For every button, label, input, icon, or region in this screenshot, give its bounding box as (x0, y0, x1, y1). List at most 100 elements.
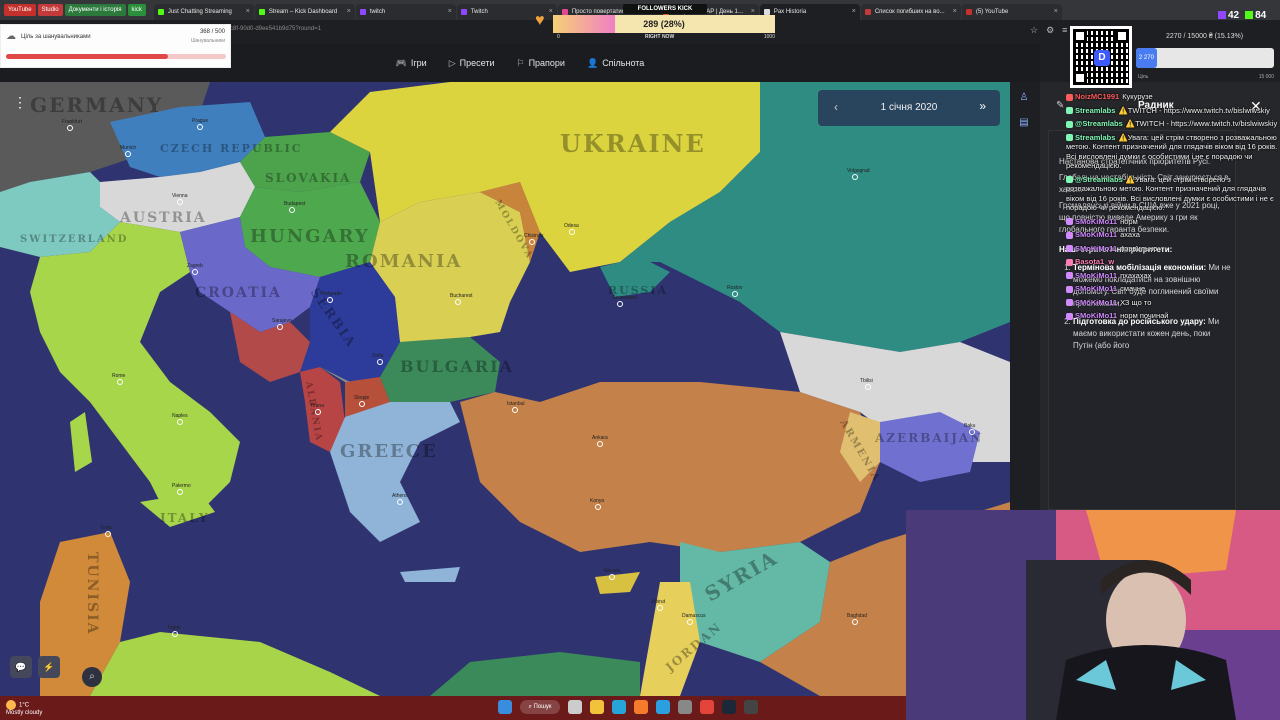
chat-message: Streamlabs ⚠️TWITCH - https://www.twitch.… (1066, 106, 1280, 116)
nav-item-1[interactable]: 🎮 Ігри (396, 58, 427, 69)
close-icon[interactable]: × (448, 4, 452, 20)
tab-favicon (258, 9, 265, 15)
telegram-icon[interactable] (656, 700, 670, 714)
next-date-button[interactable]: » (979, 99, 986, 113)
kick-goal-max: 1000 (763, 34, 775, 40)
browser-tab[interactable]: twitch × (355, 4, 456, 20)
tip-goal-text: 2270 / 15000 ₴ (15.13%) (1166, 33, 1244, 40)
tab-favicon (359, 9, 366, 15)
chat-username[interactable]: Basota1_w (1075, 257, 1114, 266)
weather-widget[interactable]: 1°C Mostly cloudy (6, 700, 42, 717)
chat-badge-icon (1066, 218, 1073, 226)
tip-goal-widget: 2270 / 15000 ₴ (15.13%) 2 270 Ціль 15 00… (1136, 26, 1280, 86)
tab-label: (5) YouTube (975, 9, 1009, 15)
date-control: ‹ 1 січня 2020 » (818, 90, 1000, 126)
calculator-icon[interactable] (678, 700, 692, 714)
chat-message: SMoKiMo11 норм починай (1066, 311, 1280, 321)
bookmark-item[interactable]: YouTube (4, 4, 36, 16)
steam-icon[interactable] (722, 700, 736, 714)
settings-icon[interactable]: ⚙ (1046, 25, 1054, 36)
flag-icon: ⚐ (516, 57, 525, 68)
city-label: Budapest (284, 201, 306, 207)
city-label: Baku (964, 423, 976, 429)
heart-icon: ♥ (535, 12, 545, 29)
bookmark-item[interactable]: Studio (37, 4, 63, 16)
chat-username[interactable]: SMoKiMo11 (1075, 244, 1117, 253)
chat-username[interactable]: SMoKiMo11 (1075, 284, 1117, 293)
gamepad-icon: 🎮 (395, 57, 407, 68)
follower-goal-count: 368 / 500 (199, 29, 225, 35)
taskbar-search[interactable]: ⌕ Пошук (520, 700, 560, 714)
bookmark-item[interactable]: kick (127, 4, 146, 16)
tip-goal-max: 15 000 (1258, 74, 1274, 80)
pencil-icon[interactable]: ✎ (1056, 100, 1064, 111)
city-label: Sarajevo (272, 318, 292, 324)
windows-icon[interactable] (498, 700, 512, 714)
close-icon[interactable]: × (347, 4, 351, 20)
url-text[interactable]: c8f-90d0-d9ee541b9d75?round=1 (230, 26, 321, 32)
map-menu-button[interactable]: ⋮ (10, 92, 30, 112)
close-icon[interactable]: × (246, 4, 250, 20)
chat-text: ахаха (1120, 230, 1140, 239)
document-icon[interactable]: ▤ (1019, 117, 1028, 128)
close-icon[interactable]: × (1054, 4, 1058, 20)
map-tools: ♙ ▤ (1013, 92, 1035, 128)
nav-item-3[interactable]: ⚐ Прапори (516, 58, 564, 69)
chat-username[interactable]: @Streamlabs (1075, 119, 1123, 128)
chat-username[interactable]: Streamlabs (1075, 133, 1115, 142)
follower-goal-fill (6, 54, 168, 59)
chat-icon[interactable]: 💬 (10, 656, 32, 678)
close-icon[interactable]: × (852, 4, 856, 20)
browser-tab[interactable]: Just Chatting Streaming × (153, 4, 254, 20)
kick-goal-value: 289 (28%) (643, 19, 685, 29)
tip-goal-min: Ціль (1138, 74, 1149, 80)
chat-badge-icon (1066, 299, 1073, 307)
close-icon[interactable]: × (953, 4, 957, 20)
chrome-icon[interactable] (700, 700, 714, 714)
map-svg[interactable]: GERMANY CZECH REPUBLIC SLOVAKIA AUSTRIA … (0, 82, 1010, 696)
label-czech: CZECH REPUBLIC (160, 142, 302, 155)
city-label: Beirut (652, 599, 666, 605)
donation-qr-code: D (1070, 26, 1132, 88)
chat-username[interactable]: @Streamlabs (1075, 175, 1123, 184)
chat-username[interactable]: SMoKiMo11 (1075, 311, 1117, 320)
person-icon[interactable]: ♙ (1020, 92, 1029, 103)
firefox-icon[interactable] (634, 700, 648, 714)
bookmarks-bar: YouTube Studio Документи і історія kick (4, 4, 146, 16)
browser-tab[interactable]: (5) YouTube × (961, 4, 1062, 20)
lightning-icon[interactable]: ⚡ (38, 656, 60, 678)
bookmark-item[interactable]: Документи і історія (64, 4, 126, 16)
menu-icon[interactable]: ≡ (1062, 25, 1067, 36)
chat-username[interactable]: SMoKiMo11 (1075, 271, 1117, 280)
chat-username[interactable]: SMoKiMo11 (1075, 217, 1117, 226)
city-label: Konya (590, 498, 604, 504)
nav-item-4[interactable]: 👤 Спільнота (587, 58, 644, 69)
nav-item-2[interactable]: ▷ Пресети (449, 58, 495, 69)
tip-goal-track: 2 270 (1136, 48, 1274, 68)
edge-icon[interactable] (612, 700, 626, 714)
label-austria: AUSTRIA (119, 210, 207, 226)
weather-temp: 1°C (19, 702, 30, 709)
chat-message: @Streamlabs ⚠️TWITCH - https://www.twitch… (1066, 119, 1280, 129)
city-label: Tunis (100, 525, 113, 531)
taskview-icon[interactable] (568, 700, 582, 714)
city-label: Belgrade (322, 291, 342, 297)
chat-username[interactable]: SMoKiMo11 (1075, 230, 1117, 239)
city-label: Bucharest (450, 293, 473, 299)
city-label: Prague (192, 118, 208, 124)
qr-corner (1115, 29, 1129, 43)
chat-username[interactable]: NoizMC1991 (1075, 92, 1119, 101)
chat-username[interactable]: Streamlabs (1075, 106, 1115, 115)
chat-username[interactable]: SMoKiMo11 (1075, 298, 1117, 307)
obs-icon[interactable] (744, 700, 758, 714)
world-map[interactable]: GERMANY CZECH REPUBLIC SLOVAKIA AUSTRIA … (0, 82, 1010, 696)
tab-label: Just Chatting Streaming (167, 9, 232, 15)
explorer-icon[interactable] (590, 700, 604, 714)
star-icon[interactable]: ☆ (1030, 25, 1038, 36)
city-label: Baghdad (847, 613, 867, 619)
map-controls: 💬 ⚡ (10, 656, 60, 678)
goal-current: 368 (199, 29, 210, 35)
browser-tab[interactable]: Stream – Kick Dashboard × (254, 4, 355, 20)
map-search-button[interactable]: ⌕ (82, 667, 102, 687)
browser-tab[interactable]: Список погибших на во... × (860, 4, 961, 20)
